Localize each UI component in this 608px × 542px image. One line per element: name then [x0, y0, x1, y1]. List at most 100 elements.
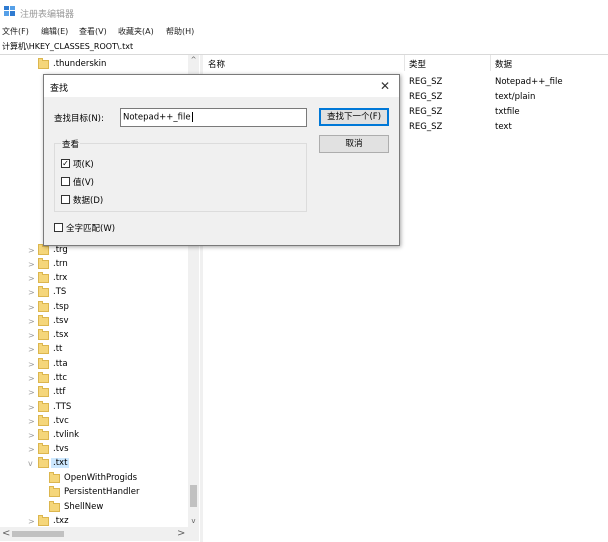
find-next-button[interactable]: 查找下一个(F) — [319, 108, 389, 126]
chevron-right-icon[interactable]: > — [28, 517, 35, 526]
column-divider[interactable] — [404, 55, 405, 71]
tree-item-label: OpenWithProgids — [64, 473, 138, 483]
tree-item[interactable]: > .ttc — [0, 372, 188, 386]
dialog-title: 查找 — [50, 84, 69, 94]
tree-item-label: .tvs — [53, 444, 69, 454]
column-header-type[interactable]: 类型 — [409, 58, 426, 70]
close-icon[interactable]: ✕ — [380, 79, 390, 93]
chevron-right-icon[interactable]: > — [28, 431, 35, 440]
value-data[interactable]: text — [495, 122, 512, 132]
chevron-right-icon[interactable]: > — [28, 246, 35, 255]
chevron-right-icon[interactable]: > — [28, 417, 35, 426]
tree-item[interactable]: > .tvs — [0, 443, 188, 457]
tree-item[interactable]: v .txt — [0, 457, 188, 471]
tree-item[interactable]: > .tsv — [0, 315, 188, 329]
menu-help[interactable]: 帮助(H) — [166, 26, 194, 37]
checkbox-checked-icon[interactable]: ✓ — [61, 159, 70, 168]
value-data[interactable]: text/plain — [495, 92, 535, 102]
column-header-data[interactable]: 数据 — [495, 58, 512, 70]
folder-icon — [38, 372, 49, 383]
folder-icon — [38, 415, 49, 426]
tree-item-label: .ttc — [53, 373, 68, 383]
cancel-button[interactable]: 取消 — [319, 135, 389, 153]
value-type[interactable]: REG_SZ — [409, 107, 442, 117]
column-header-name[interactable]: 名称 — [208, 58, 225, 70]
folder-icon — [38, 343, 49, 354]
folder-icon — [38, 443, 49, 454]
option-keys-label: 项(K) — [73, 160, 94, 170]
checkbox-unchecked-icon[interactable] — [54, 223, 63, 232]
chevron-right-icon[interactable]: > — [28, 274, 35, 283]
tree-item-label: ShellNew — [64, 502, 104, 512]
value-type[interactable]: REG_SZ — [409, 92, 442, 102]
chevron-right-icon[interactable]: > — [28, 345, 35, 354]
find-what-label: 查找目标(N): — [54, 114, 104, 124]
tree-horizontal-scrollbar[interactable]: < > — [0, 527, 199, 541]
folder-icon — [49, 501, 60, 512]
scroll-left-arrow-icon[interactable]: < — [2, 528, 10, 539]
find-dialog: 查找 ✕ 查找目标(N): Notepad++_file 查找下一个(F) 取消… — [43, 74, 400, 246]
menu-bar: 文件(F) 编辑(E) 查看(V) 收藏夹(A) 帮助(H) — [0, 24, 608, 38]
find-what-input[interactable]: Notepad++_file — [120, 108, 307, 127]
value-data[interactable]: txtfile — [495, 107, 520, 117]
folder-icon — [38, 58, 49, 69]
tree-item[interactable]: > .tvc — [0, 415, 188, 429]
dialog-title-bar[interactable]: 查找 ✕ — [44, 75, 399, 97]
option-values-label: 值(V) — [73, 178, 94, 188]
checkbox-unchecked-icon[interactable] — [61, 195, 70, 204]
match-whole-string-label: 全字匹配(W) — [66, 224, 116, 234]
value-type[interactable]: REG_SZ — [409, 77, 442, 87]
menu-favorites[interactable]: 收藏夹(A) — [118, 26, 154, 37]
chevron-right-icon[interactable]: > — [28, 403, 35, 412]
tree-item[interactable]: PersistentHandler — [0, 486, 188, 500]
tree-item[interactable]: > .TS — [0, 286, 188, 300]
menu-file[interactable]: 文件(F) — [2, 26, 29, 37]
chevron-right-icon[interactable]: > — [28, 303, 35, 312]
value-data[interactable]: Notepad++_file — [495, 77, 563, 87]
tree-item[interactable]: > .ttf — [0, 386, 188, 400]
column-divider[interactable] — [490, 55, 491, 71]
tree-item-label: .txz — [53, 516, 69, 526]
tree-item[interactable]: > .tsp — [0, 301, 188, 315]
chevron-right-icon[interactable]: > — [28, 331, 35, 340]
chevron-right-icon[interactable]: > — [28, 260, 35, 269]
tree-item-label: .txt — [51, 458, 70, 468]
tree-item[interactable]: > .tta — [0, 358, 188, 372]
tree-item[interactable]: > .trx — [0, 272, 188, 286]
chevron-right-icon[interactable]: > — [28, 388, 35, 397]
scroll-right-arrow-icon[interactable]: > — [177, 528, 185, 539]
tree-item[interactable]: > .tt — [0, 343, 188, 357]
tree-item-label: .tta — [53, 359, 68, 369]
tree-item-label: .ttf — [53, 387, 66, 397]
address-path[interactable]: 计算机\HKEY_CLASSES_ROOT\.txt — [2, 41, 133, 52]
chevron-right-icon[interactable]: > — [28, 288, 35, 297]
tree-item[interactable]: > .trn — [0, 258, 188, 272]
horizontal-scroll-thumb[interactable] — [12, 531, 64, 537]
address-bar[interactable]: 计算机\HKEY_CLASSES_ROOT\.txt — [0, 38, 608, 55]
menu-view[interactable]: 查看(V) — [79, 26, 107, 37]
tree-item-label: .TTS — [53, 402, 72, 412]
tree-item[interactable]: > .trg — [0, 244, 188, 258]
tree-item[interactable]: > .tvlink — [0, 429, 188, 443]
checkbox-unchecked-icon[interactable] — [61, 177, 70, 186]
chevron-right-icon[interactable]: > — [28, 317, 35, 326]
vertical-scroll-thumb[interactable] — [190, 485, 197, 507]
tree-item[interactable]: > .tsx — [0, 329, 188, 343]
chevron-right-icon[interactable]: > — [28, 374, 35, 383]
folder-icon — [38, 401, 49, 412]
menu-edit[interactable]: 编辑(E) — [41, 26, 68, 37]
tree-item[interactable]: ShellNew — [0, 501, 188, 515]
value-type[interactable]: REG_SZ — [409, 122, 442, 132]
folder-icon — [38, 457, 49, 468]
tree-item[interactable]: .thunderskin — [0, 58, 188, 72]
chevron-right-icon[interactable]: > — [28, 445, 35, 454]
scroll-down-arrow-icon[interactable]: v — [188, 516, 199, 527]
tree-item[interactable]: OpenWithProgids — [0, 472, 188, 486]
tree-item-label: .trx — [53, 273, 68, 283]
folder-icon — [38, 244, 49, 255]
chevron-right-icon[interactable]: > — [28, 360, 35, 369]
scroll-up-arrow-icon[interactable]: ^ — [188, 55, 199, 66]
chevron-down-icon[interactable]: v — [28, 459, 33, 468]
registry-editor-icon — [4, 6, 15, 16]
tree-item[interactable]: > .TTS — [0, 401, 188, 415]
